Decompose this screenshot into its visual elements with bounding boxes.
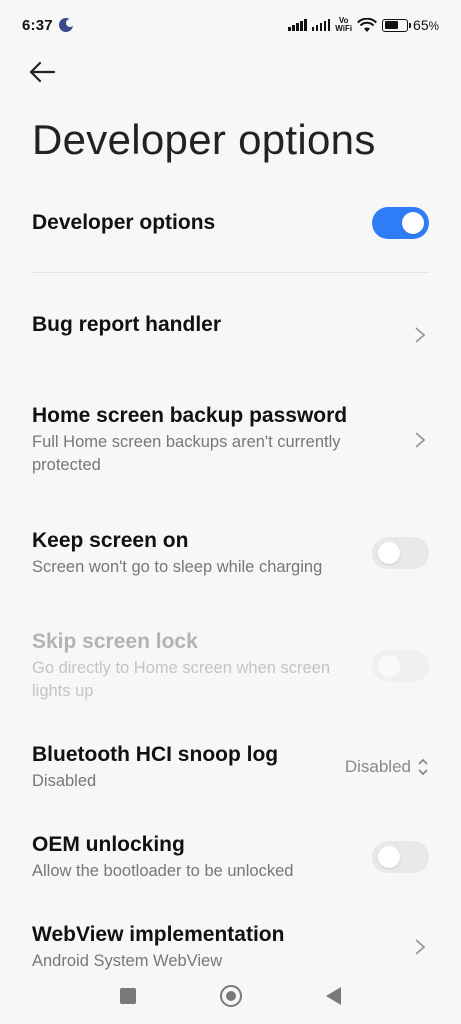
setting-title: Bug report handler: [32, 313, 222, 336]
master-toggle-label: Developer options: [32, 211, 216, 234]
setting-subtitle: Disabled: [32, 771, 97, 790]
signal-icon: [288, 19, 307, 31]
status-bar: 6:37 Vo WiFi 65%: [0, 0, 461, 50]
select-value: Disabled: [344, 757, 411, 776]
recents-button[interactable]: [120, 988, 136, 1004]
setting-title: WebView implementation: [32, 922, 285, 946]
setting-title: Skip screen lock: [32, 630, 198, 653]
setting-title: Bluetooth HCI snoop log: [32, 742, 279, 766]
setting-bluetooth-hci-snoop-log[interactable]: Bluetooth HCI snoop log Disabled Disable…: [32, 740, 429, 794]
setting-title: Home screen backup password: [32, 404, 348, 427]
chevron-right-icon: [415, 432, 426, 448]
master-toggle-row[interactable]: Developer options: [32, 204, 429, 242]
select-arrows-icon: [418, 758, 428, 776]
status-icons: Vo WiFi 65%: [288, 17, 439, 33]
setting-subtitle: Android System WebView: [32, 951, 223, 970]
setting-home-screen-backup-password[interactable]: Home screen backup password Full Home sc…: [32, 401, 429, 479]
vowifi-icon: Vo WiFi: [335, 17, 352, 33]
setting-bug-report-handler[interactable]: Bug report handler: [32, 312, 429, 358]
setting-subtitle: Screen won't go to sleep while charging: [32, 557, 323, 576]
setting-oem-unlocking[interactable]: OEM unlocking Allow the bootloader to be…: [32, 830, 429, 884]
divider: [32, 272, 429, 273]
setting-skip-screen-lock: Skip screen lock Go directly to Home scr…: [32, 627, 429, 705]
navigation-bar: [0, 974, 461, 1018]
setting-subtitle: Allow the bootloader to be unlocked: [32, 861, 294, 880]
setting-title: OEM unlocking: [32, 832, 185, 856]
setting-subtitle: Go directly to Home screen when screen l…: [32, 659, 331, 700]
keep-screen-on-toggle[interactable]: [372, 537, 429, 569]
chevron-right-icon: [415, 327, 426, 343]
skip-screen-lock-toggle: [372, 650, 429, 682]
back-arrow-icon: [29, 61, 56, 83]
setting-keep-screen-on[interactable]: Keep screen on Screen won't go to sleep …: [32, 514, 429, 592]
signal-icon-2: [311, 19, 331, 31]
battery-fill: [384, 21, 399, 29]
developer-options-toggle[interactable]: [372, 207, 429, 239]
battery-icon: [382, 18, 412, 32]
oem-unlocking-toggle[interactable]: [372, 841, 429, 873]
wifi-icon: [357, 17, 377, 32]
chevron-right-icon: [415, 939, 426, 955]
bluetooth-hci-select[interactable]: Disabled: [345, 757, 429, 777]
vowifi-bottom: WiFi: [335, 24, 353, 33]
back-button[interactable]: [28, 56, 64, 88]
developer-options-screen: 6:37 Vo WiFi 65% Developer options Devel…: [0, 0, 461, 1024]
setting-webview-implementation[interactable]: WebView implementation Android System We…: [32, 920, 429, 974]
page-title: Developer options: [32, 116, 376, 163]
battery-percent: 65%: [413, 17, 439, 33]
status-time: 6:37: [22, 16, 53, 34]
notification-icon: [58, 18, 74, 32]
setting-subtitle: Full Home screen backups aren't currentl…: [32, 433, 341, 474]
setting-title: Keep screen on: [32, 528, 189, 552]
nav-back-button[interactable]: [326, 987, 341, 1005]
home-button[interactable]: [220, 985, 242, 1007]
